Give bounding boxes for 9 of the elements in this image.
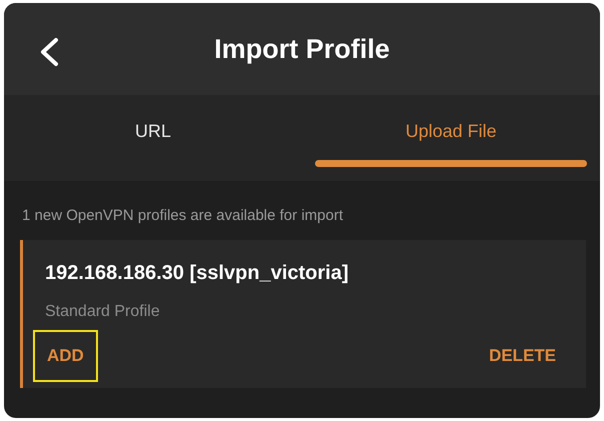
back-icon[interactable] <box>38 37 60 67</box>
screen-title: Import Profile <box>214 34 390 64</box>
profile-name: 192.168.186.30 [sslvpn_victoria] <box>45 262 350 285</box>
notice-text: 1 new OpenVPN profiles are available for import <box>21 206 344 226</box>
action-button[interactable]: ADD <box>35 332 96 380</box>
action-button[interactable]: DELETE <box>478 332 566 380</box>
tab[interactable]: Upload File <box>302 95 600 181</box>
tab[interactable]: URL <box>4 95 302 181</box>
profile-type: Standard Profile <box>45 303 161 321</box>
